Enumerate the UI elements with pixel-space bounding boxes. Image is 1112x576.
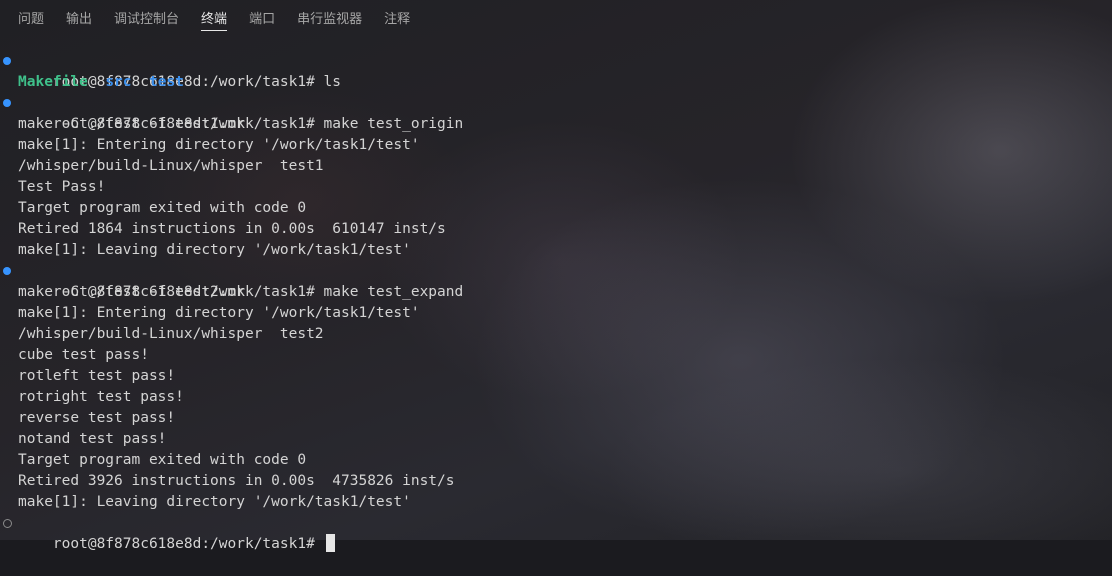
terminal-line-prompt-current[interactable]: root@8f878c618e8d:/work/task1#: [0, 513, 1112, 552]
terminal-line: make[1]: Entering directory '/work/task1…: [18, 305, 420, 321]
command-decoration-icon[interactable]: [3, 57, 11, 65]
terminal-line: reverse test pass!: [18, 410, 176, 426]
terminal-cursor: [325, 534, 335, 552]
terminal-line-prompt: root@8f878c618e8d:/work/task1# ls: [0, 51, 1112, 90]
tab-serial-monitor[interactable]: 串行监视器: [286, 0, 373, 40]
terminal-line: rotright test pass!: [18, 389, 184, 405]
command-decoration-icon[interactable]: [3, 267, 11, 275]
tab-comments[interactable]: 注释: [373, 0, 421, 40]
ls-item-dir: src: [105, 74, 132, 90]
terminal-line: make -C ./test -f test2.mk: [18, 284, 245, 300]
terminal-line: notand test pass!: [18, 431, 167, 447]
terminal-line: /whisper/build-Linux/whisper test2: [18, 326, 324, 342]
terminal-line-ls-output: Makefile src test: [0, 72, 1112, 93]
terminal-line: cube test pass!: [18, 347, 149, 363]
terminal-line: make[1]: Leaving directory '/work/task1/…: [18, 494, 411, 510]
terminal-line: rotleft test pass!: [18, 368, 176, 384]
command-decoration-icon[interactable]: [3, 99, 11, 107]
terminal-line: Target program exited with code 0: [18, 200, 307, 216]
terminal-line: make[1]: Leaving directory '/work/task1/…: [18, 242, 411, 258]
terminal-line: make -C ./test -f test1.mk: [18, 116, 245, 132]
terminal-line: /whisper/build-Linux/whisper test1: [18, 158, 324, 174]
terminal-line: Test Pass!: [18, 179, 106, 195]
terminal-line: Target program exited with code 0: [18, 452, 307, 468]
ls-item-file: Makefile: [18, 74, 88, 90]
ls-item-dir: test: [148, 74, 184, 90]
terminal-line-prompt: root@8f878c618e8d:/work/task1# make test…: [0, 93, 1112, 132]
tab-debug-console[interactable]: 调试控制台: [103, 0, 190, 40]
terminal-line: Retired 1864 instructions in 0.00s 61014…: [18, 221, 446, 237]
panel-tab-bar: 问题 输出 调试控制台 终端 端口 串行监视器 注释: [0, 0, 1112, 40]
terminal-output[interactable]: root@8f878c618e8d:/work/task1# ls Makefi…: [0, 51, 1112, 552]
terminal-line: make[1]: Entering directory '/work/task1…: [18, 137, 420, 153]
tab-ports[interactable]: 端口: [238, 0, 286, 40]
terminal-line: Retired 3926 instructions in 0.00s 47358…: [18, 473, 455, 489]
tab-terminal[interactable]: 终端: [190, 0, 238, 40]
terminal-line-prompt: root@8f878c618e8d:/work/task1# make test…: [0, 261, 1112, 300]
tab-output[interactable]: 输出: [55, 0, 103, 40]
tab-problems[interactable]: 问题: [7, 0, 55, 40]
command-decoration-icon[interactable]: [3, 519, 12, 528]
